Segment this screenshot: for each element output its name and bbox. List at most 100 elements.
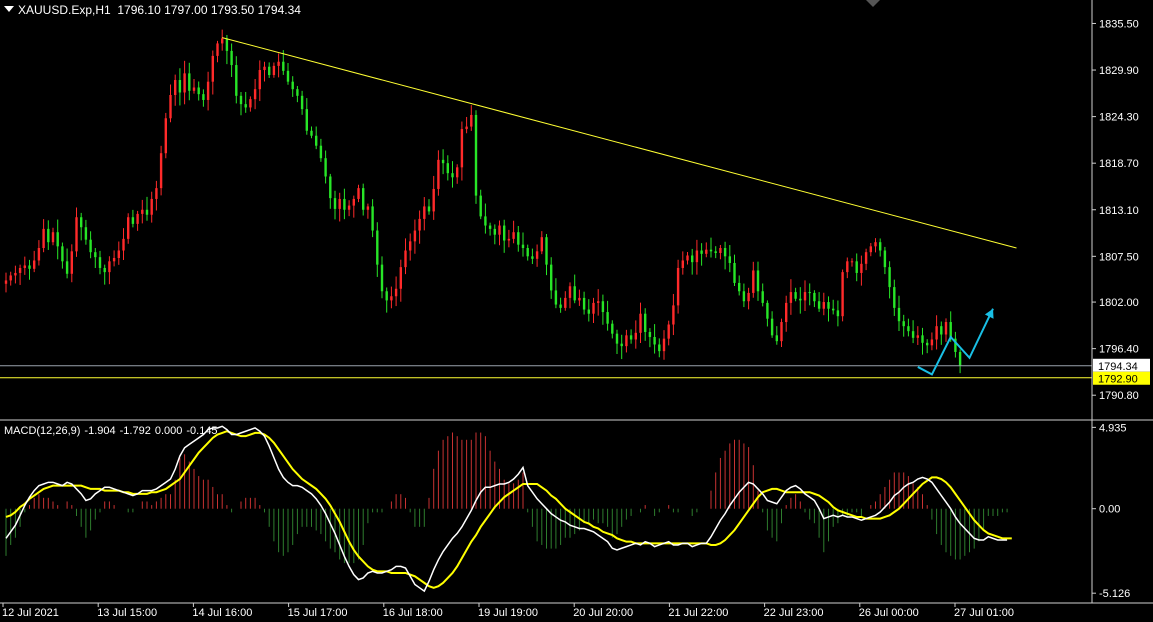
candle-body xyxy=(691,255,694,263)
candle-body xyxy=(521,244,525,249)
candle-body xyxy=(785,302,788,323)
candle-body xyxy=(127,217,130,239)
candle-body xyxy=(634,332,637,340)
candle-body xyxy=(695,250,699,263)
candle-body xyxy=(141,209,144,214)
candle-body xyxy=(582,297,586,310)
candle-body xyxy=(315,135,318,146)
candle-body xyxy=(305,109,308,131)
candle-body xyxy=(9,275,12,281)
candle-body xyxy=(103,267,106,273)
candle-body xyxy=(258,70,261,90)
candle-body xyxy=(94,252,97,258)
candle-body xyxy=(427,206,431,212)
macd-hist-value: -0.145 xyxy=(186,425,218,437)
y-tick-label: 1796.40 xyxy=(1099,344,1139,356)
candle xyxy=(474,110,478,204)
candle-body xyxy=(676,267,680,306)
candle-body xyxy=(202,94,205,100)
candle-body xyxy=(930,339,934,346)
candle-body xyxy=(564,297,567,308)
candle-body xyxy=(897,307,901,322)
candle-body xyxy=(578,297,581,301)
candle-body xyxy=(80,217,83,228)
candle-body xyxy=(418,218,421,231)
candle-body xyxy=(465,126,468,130)
candle-body xyxy=(376,230,379,265)
candle-body xyxy=(150,198,153,215)
candle-body xyxy=(540,237,543,252)
candle-body xyxy=(446,163,449,174)
candle-body xyxy=(390,296,393,301)
candle-body xyxy=(474,114,478,196)
chart-header[interactable]: XAUUSD.Exp,H1 1796.10 1797.00 1793.50 17… xyxy=(4,3,301,17)
candle-body xyxy=(902,321,905,327)
candle-body xyxy=(587,309,590,314)
candle-body xyxy=(841,272,844,317)
candle-body xyxy=(338,198,341,209)
candle-body xyxy=(362,188,365,210)
candle-body xyxy=(836,310,840,317)
candle-body xyxy=(597,301,600,303)
macd-third-value: 0.000 xyxy=(154,425,183,437)
candle-body xyxy=(37,248,41,261)
candle-body xyxy=(803,292,807,301)
candle-body xyxy=(117,250,120,258)
support-price-label: 1792.90 xyxy=(1098,374,1138,386)
candle-body xyxy=(846,261,849,273)
candle-body xyxy=(136,213,139,224)
candle-body xyxy=(385,291,388,301)
candle-body xyxy=(681,260,684,268)
y-tick-label: 1824.30 xyxy=(1099,112,1139,124)
candle-body xyxy=(164,118,167,154)
y-tick-label: 1790.80 xyxy=(1099,390,1139,402)
candle-body xyxy=(770,318,774,336)
x-tick-label: 12 Jul 2021 xyxy=(2,607,59,619)
candle-body xyxy=(864,252,868,264)
candle-body xyxy=(700,250,703,254)
candle-body xyxy=(47,228,50,243)
candle-body xyxy=(512,232,515,239)
candle-body xyxy=(498,225,501,235)
candle-body xyxy=(738,282,741,292)
candle-body xyxy=(742,291,746,302)
candle-body xyxy=(799,298,802,301)
candle-body xyxy=(206,81,210,100)
candle-body xyxy=(188,73,191,91)
candle-body xyxy=(324,158,327,177)
x-tick-label: 22 Jul 23:00 xyxy=(764,607,824,619)
candle-body xyxy=(535,251,539,259)
low-value: 1793.50 xyxy=(210,3,255,17)
candle-body xyxy=(4,280,8,284)
candle-body xyxy=(789,292,793,303)
candle xyxy=(159,145,163,196)
x-tick-label: 14 Jul 16:00 xyxy=(192,607,252,619)
candle-body xyxy=(686,255,689,261)
candle-body xyxy=(296,89,299,96)
candle-body xyxy=(808,292,811,294)
candle-body xyxy=(907,326,910,332)
candle-body xyxy=(329,176,332,199)
candle-body xyxy=(404,250,407,268)
candle xyxy=(841,269,844,322)
candle-body xyxy=(112,257,116,262)
macd-name: MACD(12,26,9) xyxy=(4,425,81,437)
candle-body xyxy=(606,312,609,324)
candle-body xyxy=(940,326,943,335)
candle-body xyxy=(667,324,670,339)
candle-body xyxy=(813,292,816,302)
dropdown-triangle-icon[interactable] xyxy=(4,6,14,12)
candle-body xyxy=(648,332,652,337)
candle-body xyxy=(456,167,459,178)
candle-body xyxy=(277,61,280,66)
chart-canvas: 1835.50 1829.90 1824.30 1818.70 1813.10 1807.… xyxy=(0,0,1153,622)
candle-body xyxy=(662,338,666,352)
candle-body xyxy=(131,217,135,224)
candle-body xyxy=(174,80,177,95)
candle-body xyxy=(244,104,247,108)
candle-body xyxy=(371,206,374,231)
candle-body xyxy=(625,335,628,347)
x-tick-label: 21 Jul 22:00 xyxy=(668,607,728,619)
candle-body xyxy=(747,292,750,302)
open-value: 1796.10 xyxy=(117,3,161,17)
